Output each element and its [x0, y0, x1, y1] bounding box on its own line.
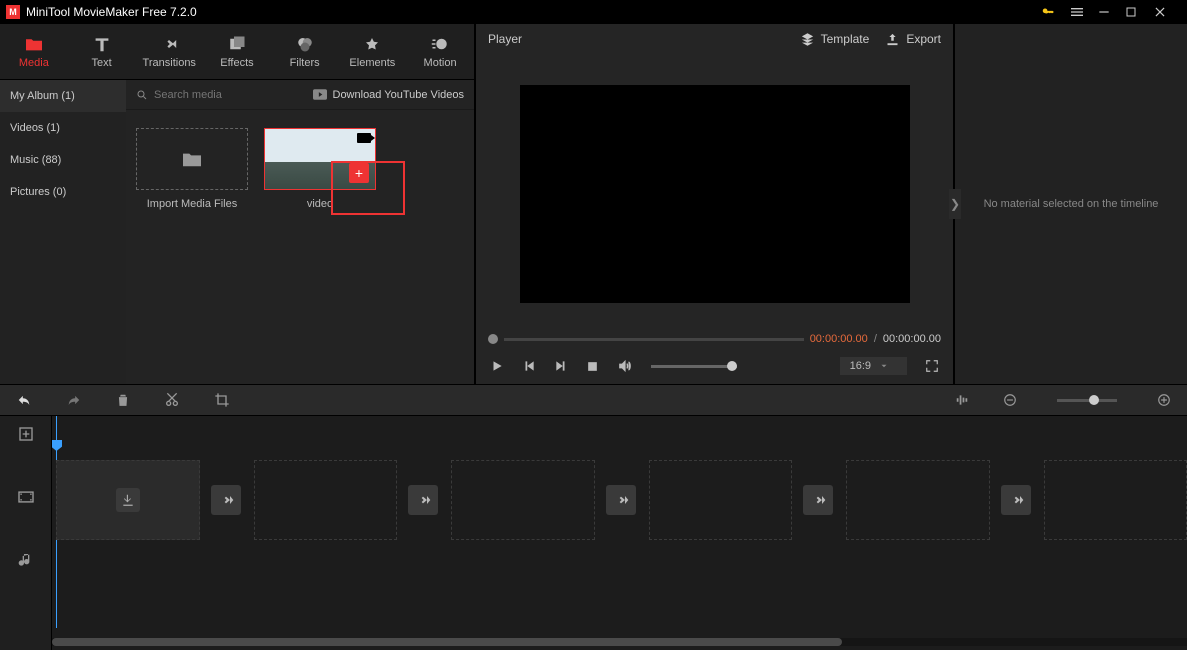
- cut-button[interactable]: [164, 392, 180, 408]
- album-header[interactable]: My Album (1): [0, 80, 126, 112]
- clip-slot[interactable]: [56, 460, 200, 540]
- maximize-icon[interactable]: [1125, 6, 1153, 18]
- timeline-ruler[interactable]: [52, 416, 1187, 456]
- highlight-overlay: [331, 161, 405, 215]
- download-label: Download YouTube Videos: [333, 89, 465, 101]
- transition-slot[interactable]: [803, 485, 833, 515]
- template-button[interactable]: Template: [800, 32, 870, 47]
- timeline-toolbar: [0, 384, 1187, 416]
- clip-name: video: [307, 198, 333, 210]
- clip-slot[interactable]: [649, 460, 793, 540]
- tab-label: Filters: [290, 57, 320, 69]
- properties-pane: ❯ No material selected on the timeline: [955, 24, 1187, 384]
- fullscreen-button[interactable]: [925, 359, 939, 373]
- audio-sync-icon[interactable]: [955, 392, 969, 408]
- tab-transitions[interactable]: Transitions: [138, 35, 201, 69]
- transition-slot[interactable]: [408, 485, 438, 515]
- media-thumbnail[interactable]: +: [264, 128, 376, 190]
- audio-track[interactable]: [52, 544, 1187, 614]
- album-item-pictures[interactable]: Pictures (0): [0, 176, 126, 208]
- transition-slot[interactable]: [606, 485, 636, 515]
- video-type-icon: [357, 133, 371, 143]
- preview-screen: [520, 85, 910, 303]
- scrub-bar[interactable]: 00:00:00.00 / 00:00:00.00: [480, 330, 949, 348]
- titlebar: M MiniTool MovieMaker Free 7.2.0: [0, 0, 1187, 24]
- album-item-videos[interactable]: Videos (1): [0, 112, 126, 144]
- tab-label: Transitions: [143, 57, 196, 69]
- collapse-handle[interactable]: ❯: [949, 189, 961, 219]
- tab-motion[interactable]: Motion: [409, 35, 472, 69]
- search-icon: [136, 89, 148, 101]
- undo-button[interactable]: [16, 393, 32, 407]
- next-button[interactable]: [554, 359, 568, 373]
- prev-button[interactable]: [522, 359, 536, 373]
- drop-clip-icon: [116, 488, 140, 512]
- stop-button[interactable]: [586, 360, 599, 373]
- add-track-button[interactable]: [18, 426, 34, 442]
- import-media-button[interactable]: [136, 128, 248, 190]
- key-icon[interactable]: [1041, 5, 1069, 19]
- transition-slot[interactable]: [1001, 485, 1031, 515]
- import-label: Import Media Files: [147, 198, 237, 210]
- tab-effects[interactable]: Effects: [205, 35, 268, 69]
- menu-icon[interactable]: [1069, 4, 1097, 20]
- tab-elements[interactable]: Elements: [341, 35, 404, 69]
- primary-tabs: Media Text Transitions Effects Filters E…: [0, 24, 474, 80]
- clip-slot[interactable]: [254, 460, 398, 540]
- tab-label: Motion: [424, 57, 457, 69]
- export-button[interactable]: Export: [885, 32, 941, 47]
- redo-button[interactable]: [66, 393, 82, 407]
- album-sidebar: My Album (1) Videos (1) Music (88) Pictu…: [0, 80, 126, 384]
- tab-filters[interactable]: Filters: [273, 35, 336, 69]
- video-track-icon: [17, 490, 35, 504]
- zoom-in-button[interactable]: [1157, 393, 1171, 407]
- transition-slot[interactable]: [211, 485, 241, 515]
- download-youtube-link[interactable]: Download YouTube Videos: [313, 89, 465, 101]
- aspect-ratio-select[interactable]: 16:9: [840, 357, 907, 375]
- app-logo: M: [6, 5, 20, 19]
- player-title: Player: [488, 32, 522, 46]
- tab-label: Elements: [349, 57, 395, 69]
- clip-slot[interactable]: [1044, 460, 1187, 540]
- volume-slider[interactable]: [651, 365, 737, 368]
- media-grid: Import Media Files + video: [126, 110, 474, 384]
- crop-button[interactable]: [214, 392, 230, 408]
- time-current: 00:00:00.00: [810, 333, 868, 345]
- tab-media[interactable]: Media: [2, 35, 65, 69]
- timeline-scrollbar[interactable]: [52, 638, 1187, 646]
- time-total: 00:00:00.00: [883, 333, 941, 345]
- minimize-icon[interactable]: [1097, 5, 1125, 19]
- app-title: MiniTool MovieMaker Free 7.2.0: [26, 5, 197, 19]
- tab-text[interactable]: Text: [70, 35, 133, 69]
- clip-slot[interactable]: [846, 460, 990, 540]
- volume-button[interactable]: [617, 359, 633, 373]
- media-toolbar: Download YouTube Videos: [126, 80, 474, 110]
- audio-track-icon: [18, 552, 34, 568]
- tab-label: Media: [19, 57, 49, 69]
- video-track[interactable]: [52, 456, 1187, 544]
- search-input[interactable]: [154, 89, 274, 101]
- no-selection-msg: No material selected on the timeline: [984, 198, 1159, 210]
- zoom-out-button[interactable]: [1003, 393, 1017, 407]
- timeline: [0, 416, 1187, 650]
- scrub-handle[interactable]: [488, 334, 498, 344]
- album-item-music[interactable]: Music (88): [0, 144, 126, 176]
- close-icon[interactable]: [1153, 5, 1181, 19]
- play-button[interactable]: [490, 359, 504, 373]
- tab-label: Text: [91, 57, 111, 69]
- player-pane: Player Template Export 00:00:00.00 / 00:…: [476, 24, 955, 384]
- zoom-slider[interactable]: [1057, 399, 1117, 402]
- delete-button[interactable]: [116, 392, 130, 408]
- tab-label: Effects: [220, 57, 253, 69]
- clip-slot[interactable]: [451, 460, 595, 540]
- time-sep: /: [874, 333, 877, 345]
